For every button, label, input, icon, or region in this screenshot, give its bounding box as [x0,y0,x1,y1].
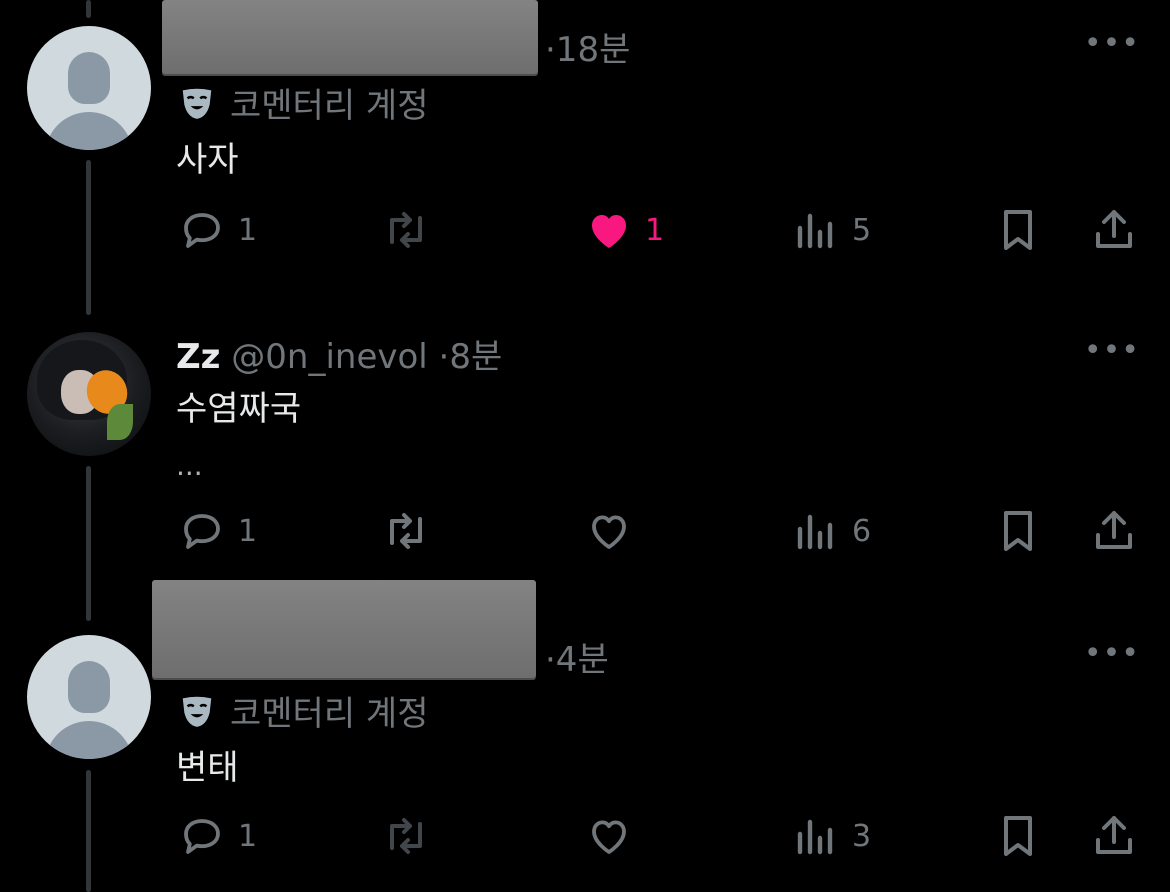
reply-count: 1 [238,818,258,854]
share-icon [1096,210,1132,248]
reply-count: 1 [238,212,258,248]
commentary-label: 코멘터리 계정 [178,686,429,735]
reply-button[interactable]: 1 [178,812,257,860]
bookmark-button[interactable] [994,206,1042,254]
tweet-time[interactable]: ·18분 [545,22,630,71]
views-count: 3 [852,818,872,854]
views-button[interactable]: 5 [792,206,871,254]
bookmark-icon [1004,210,1032,250]
views-icon [797,819,833,855]
reply-icon [184,213,220,248]
commentary-label-text: 코멘터리 계정 [230,86,429,126]
mask-icon [182,88,212,119]
user-handle[interactable]: @0n_inevol [231,337,427,377]
like-icon [592,215,626,248]
commentary-label-text: 코멘터리 계정 [230,694,429,734]
default-avatar-head [68,52,110,104]
tweet-text: 변태 [176,748,239,788]
tweet-1[interactable]: ·18분 ••• 코멘터리 계정 사자 1 1 5 [0,0,1170,290]
avatar[interactable] [27,332,151,456]
tweet-text: 수염짜국 [176,389,302,429]
bookmark-button[interactable] [994,812,1042,860]
action-bar: 1 1 5 [0,206,1170,256]
tweet-3[interactable]: ·4분 ••• 코멘터리 계정 변태 1 3 [0,578,1170,892]
share-button[interactable] [1090,507,1138,555]
reply-count: 1 [238,513,258,549]
reply-icon [184,514,220,549]
like-button[interactable]: 1 [585,206,664,254]
tweet-time[interactable]: ·4분 [545,632,609,681]
views-icon [797,213,833,249]
tweet-2[interactable]: Zz @0n_inevol ·8분 ••• 수염짜국 ... 1 6 [0,315,1170,585]
default-avatar-body [45,112,133,150]
bookmark-button[interactable] [994,507,1042,555]
default-avatar-body [45,721,133,759]
share-icon [1096,816,1132,854]
like-button[interactable] [585,812,645,860]
action-bar: 1 6 [0,507,1170,557]
share-button[interactable] [1090,206,1138,254]
avatar-leaf [107,404,133,440]
bookmark-icon [1004,816,1032,856]
share-button[interactable] [1090,812,1138,860]
views-icon [797,514,833,550]
like-count: 1 [645,212,665,248]
like-icon [592,515,626,549]
share-icon [1096,511,1132,549]
redacted-username [152,580,536,678]
mask-icon [182,696,212,727]
like-button[interactable] [585,507,645,555]
repost-button[interactable] [382,206,442,254]
more-icon[interactable]: ••• [1084,26,1140,61]
like-icon [592,820,626,854]
repost-button[interactable] [382,812,442,860]
more-icon[interactable]: ••• [1084,636,1140,671]
views-count: 6 [852,513,872,549]
avatar[interactable] [27,26,151,150]
more-icon[interactable]: ••• [1084,333,1140,368]
views-button[interactable]: 3 [792,812,871,860]
commentary-label: 코멘터리 계정 [178,78,429,127]
reply-icon [184,819,220,854]
tweet-header: Zz @0n_inevol ·8분 [176,329,502,378]
repost-icon [390,212,422,248]
reply-button[interactable]: 1 [178,206,257,254]
tweet-text: 사자 [176,140,239,180]
repost-icon [390,513,422,549]
redacted-username [162,0,538,74]
views-button[interactable]: 6 [792,507,871,555]
bookmark-icon [1004,511,1032,551]
action-bar: 1 3 [0,812,1170,862]
default-avatar-head [68,661,110,713]
display-name[interactable]: Zz [176,337,220,377]
tweet-text-continued: ... [176,449,203,482]
tweet-time[interactable]: ·8분 [439,337,503,377]
reply-button[interactable]: 1 [178,507,257,555]
repost-icon [390,818,422,854]
avatar[interactable] [27,635,151,759]
views-count: 5 [852,212,872,248]
repost-button[interactable] [382,507,442,555]
